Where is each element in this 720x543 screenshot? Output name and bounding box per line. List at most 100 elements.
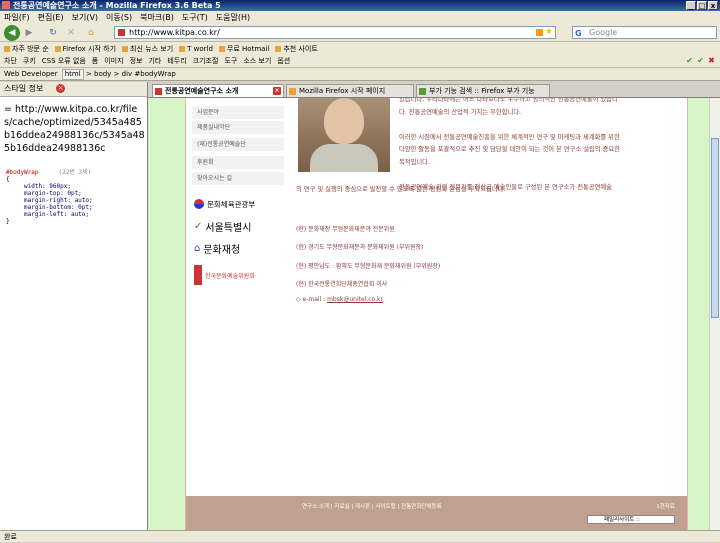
tab-label: Mozilla Firefox 시작 페이지 [299, 87, 386, 95]
nav-business[interactable]: 사업분야 [192, 106, 284, 120]
forms-button[interactable]: 폼 [92, 56, 98, 66]
tab-firefox-start[interactable]: Mozilla Firefox 시작 페이지 [286, 84, 414, 97]
nav-performing-arts-group[interactable]: (재)전통공연예술단 [192, 138, 284, 152]
firefox-icon [2, 1, 10, 9]
email-link[interactable]: mbsk@unitel.co.kr [327, 296, 383, 303]
sidebar-header: 스타일 정보 × [0, 82, 147, 97]
google-search-engine-icon[interactable]: G [575, 28, 582, 39]
close-button[interactable]: x [708, 1, 718, 10]
browser-content: 사업분야 제품실내악단 (재)전통공연예술단 후원회 찾아오시는 길 문화체육관… [148, 98, 709, 530]
url-bar[interactable]: http://www.kitpa.co.kr/ ★ [114, 26, 556, 39]
search-box[interactable]: G Google [572, 26, 717, 39]
nav-chamber-ensemble[interactable]: 제품실내악단 [192, 121, 284, 135]
reload-button[interactable]: ↻ [46, 26, 60, 40]
director-photo [298, 98, 390, 172]
tab-label: 전통공연예술연구소 소개 [165, 87, 239, 95]
css-selector: #bodyWrap [6, 169, 39, 176]
menu-go[interactable]: 이동(S) [106, 12, 132, 23]
window-title: 전통공연예술연구소 소개 - Mozilla Firefox 3.6 Beta … [13, 1, 221, 10]
logo-seoul[interactable]: ✓ 서울특별시 [192, 216, 284, 236]
menu-file[interactable]: 파일(F) [4, 12, 30, 23]
stop-button[interactable]: ✕ [64, 26, 78, 40]
status-bar: 완료 [0, 530, 720, 542]
rss-feed-icon[interactable] [536, 29, 543, 36]
stylesheet-url[interactable]: = http://www.kitpa.co.kr/files/cache/opt… [0, 97, 147, 155]
web-developer-label: Web Developer [4, 70, 58, 78]
view-source-button[interactable]: 소스 보기 [243, 56, 271, 66]
page-footer: 연구소 소개 | 자료실 | 게시판 | 사이트맵 | 전통연희단체등록 1현자… [186, 496, 687, 530]
breadcrumb-body[interactable]: body [94, 70, 111, 78]
email-label: ◇ e-mail : [296, 296, 328, 303]
close-sidebar-icon[interactable]: × [56, 84, 65, 93]
element-path-bar: Web Developer html > body > div #bodyWra… [0, 68, 720, 81]
back-button[interactable]: ◀ [4, 25, 20, 41]
menu-edit[interactable]: 편집(E) [38, 12, 64, 23]
footer-count: 1현자료 [656, 504, 675, 510]
check-icon[interactable]: ✔ [696, 56, 705, 65]
tab-kitpa[interactable]: 전통공연예술연구소 소개 × [152, 84, 284, 97]
navigation-toolbar: ◀ ▶ ↻ ✕ ⌂ http://www.kitpa.co.kr/ ★ G Go… [0, 24, 720, 42]
tab-favicon-icon [289, 88, 296, 95]
footer-links[interactable]: 연구소 소개 | 자료실 | 게시판 | 사이트맵 | 전통연희단체등록 [302, 502, 442, 510]
bookmark-item[interactable]: 무료 Hotmail [219, 44, 269, 54]
bookmark-star-icon[interactable]: ★ [545, 27, 553, 38]
css-button[interactable]: CSS 오류 없음 [42, 56, 86, 66]
intro-text: 었습니다. 우리나라에는 어느 나라보다도 우수하고 창의적인 전통공연예술이 … [399, 98, 620, 191]
information-button[interactable]: 정보 [130, 56, 143, 66]
bookmark-item[interactable]: 최신 뉴스 보기 [122, 44, 173, 54]
cookies-button[interactable]: 쿠키 [23, 56, 36, 66]
forward-button[interactable]: ▶ [22, 26, 36, 40]
vertical-scrollbar[interactable] [709, 98, 720, 530]
check-icon[interactable]: ✔ [685, 56, 694, 65]
logo-heritage[interactable]: ⌂ 문화재청 [192, 238, 284, 258]
error-icon[interactable]: ✖ [707, 56, 716, 65]
family-site-select[interactable]: 패밀리사이트 :: [587, 515, 675, 524]
url-text: http://www.kitpa.co.kr/ [129, 28, 220, 37]
menu-view[interactable]: 보기(V) [72, 12, 98, 23]
family-site-select-label: 패밀리사이트 :: [604, 517, 640, 523]
css-property: margin-right: auto; [24, 197, 93, 204]
logo-culture-ministry[interactable]: 문화체육관광부 [192, 194, 284, 214]
miscellaneous-button[interactable]: 기타 [148, 56, 161, 66]
outline-button[interactable]: 테두리 [167, 56, 186, 66]
style-info-sidebar: 스타일 정보 × = http://www.kitpa.co.kr/files/… [0, 82, 148, 530]
culture-ministry-emblem-icon [194, 199, 204, 209]
home-button[interactable]: ⌂ [84, 26, 98, 40]
bookmarks-toolbar: 자주 방문 순 Firefox 시작 하기 최신 뉴스 보기 T world 무… [0, 42, 720, 55]
bookmark-item[interactable]: 자주 방문 순 [4, 44, 49, 54]
nav-directions[interactable]: 찾아오시는 길 [192, 172, 284, 186]
breadcrumb-bodywrap[interactable]: div #bodyWrap [122, 70, 176, 78]
bookmark-item[interactable]: Firefox 시작 하기 [55, 44, 116, 54]
career-item: (현) 한국전통연희단체총연합회 이사 [296, 281, 388, 288]
css-property: width: 960px; [24, 183, 71, 190]
menu-help[interactable]: 도움말(H) [216, 12, 250, 23]
bookmark-item[interactable]: T world [179, 45, 213, 53]
menu-tools[interactable]: 도구(T) [182, 12, 208, 23]
css-close-brace: } [6, 218, 10, 225]
intro-text-continued: 의 연구 및 실행의 중심으로 발전할 수 있도록 많은 성원과 관심을 부탁드… [296, 186, 506, 193]
close-tab-icon[interactable]: × [273, 87, 281, 95]
options-button[interactable]: 옵션 [277, 56, 290, 66]
tab-label: 부가 기능 검색 :: Firefox 부가 기능 [429, 87, 535, 95]
tab-addons[interactable]: 부가 기능 검색 :: Firefox 부가 기능 [416, 84, 550, 97]
tab-favicon-icon [419, 88, 426, 95]
email-line: ◇ e-mail : mbsk@unitel.co.kr [296, 296, 383, 303]
resize-button[interactable]: 크기조절 [193, 56, 219, 66]
career-item: (현) 경기도 무형문화재분과 문화재위원 (부위원장) [296, 244, 424, 251]
images-button[interactable]: 이미지 [104, 56, 123, 66]
sidebar-title: 스타일 정보 [4, 84, 44, 93]
disable-button[interactable]: 차단 [4, 56, 17, 66]
logo-arts-council[interactable]: 한국문화예술위원회 [192, 262, 284, 288]
window-controls: _ □ x [686, 1, 718, 10]
minimize-button[interactable]: _ [686, 1, 696, 10]
career-item: (현) 문화재청 무형문화재분과 전문위원 [296, 226, 395, 233]
arts-council-emblem-icon [194, 265, 202, 285]
heritage-emblem-icon: ⌂ [194, 242, 201, 254]
tools-button[interactable]: 도구 [224, 56, 237, 66]
bookmark-item[interactable]: 추천 사이트 [275, 44, 317, 54]
maximize-button[interactable]: □ [697, 1, 707, 10]
breadcrumb-html[interactable]: html [61, 69, 84, 80]
nav-sponsors[interactable]: 후원회 [192, 156, 284, 170]
menu-bookmarks[interactable]: 북마크(B) [140, 12, 174, 23]
scrollbar-thumb[interactable] [711, 138, 719, 318]
